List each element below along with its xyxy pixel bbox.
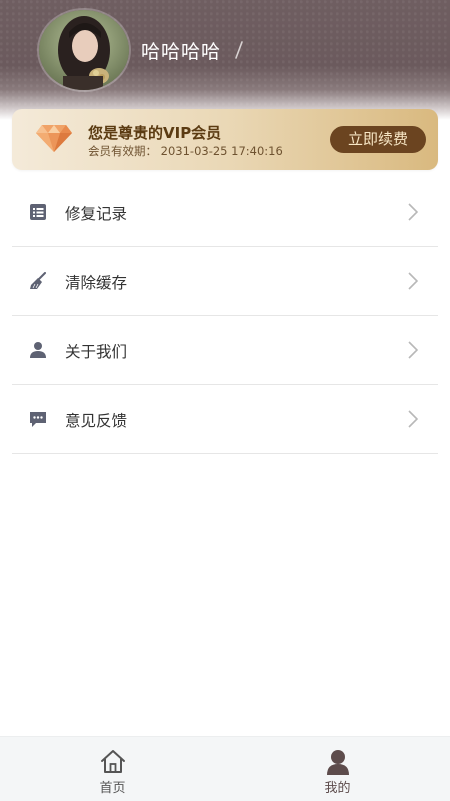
menu-item-repair-history[interactable]: 修复记录 [12, 178, 438, 247]
menu-item-clear-cache[interactable]: 清除缓存 [12, 247, 438, 316]
edit-icon[interactable] [233, 40, 245, 60]
person-icon [327, 750, 349, 775]
menu-item-label: 修复记录 [65, 205, 128, 223]
nav-label-mine: 我的 [324, 781, 351, 796]
nav-label-home: 首页 [99, 781, 126, 796]
home-icon [101, 750, 125, 773]
menu-item-label: 关于我们 [65, 343, 128, 361]
chat-bubble-icon [30, 412, 46, 427]
profile-header: 哈哈哈哈 [0, 0, 450, 120]
menu-item-label: 意见反馈 [65, 412, 128, 430]
nav-tab-mine[interactable]: 我的 [225, 737, 450, 801]
renew-button[interactable]: 立即续费 [330, 126, 426, 153]
chevron-right-icon [408, 203, 418, 221]
chevron-right-icon [408, 410, 418, 428]
nav-tab-home[interactable]: 首页 [0, 737, 225, 801]
menu-item-label: 清除缓存 [65, 274, 128, 292]
list-icon [30, 204, 46, 220]
chevron-right-icon [408, 272, 418, 290]
person-icon [30, 342, 46, 358]
bottom-nav: 首页 我的 [0, 736, 450, 801]
avatar-photo [39, 10, 129, 90]
vip-expiry: 会员有效期： 2031-03-25 17:40:16 [88, 144, 283, 158]
menu-item-about-us[interactable]: 关于我们 [12, 316, 438, 385]
vip-card: 您是尊贵的VIP会员 会员有效期： 2031-03-25 17:40:16 立即… [12, 109, 438, 170]
vip-title: 您是尊贵的VIP会员 [88, 124, 222, 142]
avatar[interactable] [37, 8, 131, 92]
chevron-right-icon [408, 341, 418, 359]
diamond-icon [36, 125, 72, 152]
username: 哈哈哈哈 [141, 41, 222, 63]
broom-icon [30, 272, 46, 289]
settings-menu: 修复记录 清除缓存 关于我们 意见反馈 [12, 178, 438, 454]
menu-item-feedback[interactable]: 意见反馈 [12, 385, 438, 454]
